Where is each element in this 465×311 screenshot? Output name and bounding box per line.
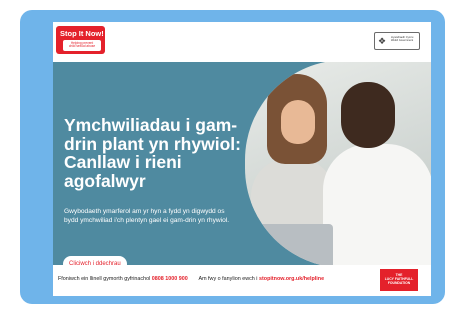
logo-title: Stop It Now! <box>60 29 104 38</box>
welsh-government-logo: ❖ Llywodraeth Cymru Welsh Government <box>374 32 420 50</box>
hero-section: Ymchwiliadau i gam-drin plant yn rhywiol… <box>53 62 431 265</box>
man-figure <box>323 144 431 265</box>
start-button[interactable]: Cliciwch i ddechrau <box>63 256 127 265</box>
footer-helpline: Ffoniwch ein llinell gymorth gyfrinachol… <box>58 276 324 282</box>
hero-headline: Ymchwiliadau i gam-drin plant yn rhywiol… <box>64 115 241 191</box>
banner-card: Stop It Now! Helping prevent child sexua… <box>53 22 431 296</box>
welsh-dragon-icon: ❖ <box>378 36 387 46</box>
lucy-faithfull-text: THE LUCY FAITHFULL FOUNDATION <box>384 273 414 285</box>
footer: Ffoniwch ein llinell gymorth gyfrinachol… <box>53 265 431 296</box>
welsh-government-text: Llywodraeth Cymru Welsh Government <box>391 36 414 43</box>
woman-face <box>281 100 315 144</box>
stop-it-now-logo[interactable]: Stop It Now! Helping prevent child sexua… <box>56 26 105 54</box>
laptop <box>255 224 333 265</box>
helpline-phone[interactable]: 0808 1000 900 <box>152 276 188 282</box>
card-header: Stop It Now! Helping prevent child sexua… <box>53 22 431 62</box>
parents-photo <box>245 62 431 265</box>
helpline-text: Ffoniwch ein llinell gymorth gyfrinachol <box>58 276 151 282</box>
logo-tagline-box: Helping prevent child sexual abuse <box>63 40 101 51</box>
logo-tagline: Helping prevent child sexual abuse <box>68 40 96 49</box>
hero-subtext: Gwybodaeth ymarferol am yr hyn a fydd yn… <box>64 208 230 225</box>
man-head <box>341 82 395 148</box>
lucy-faithfull-logo: THE LUCY FAITHFULL FOUNDATION <box>380 269 418 291</box>
helpline-link[interactable]: stopitnow.org.uk/helpline <box>259 276 324 282</box>
more-info-text: Am fwy o fanylion ewch i <box>198 276 258 282</box>
